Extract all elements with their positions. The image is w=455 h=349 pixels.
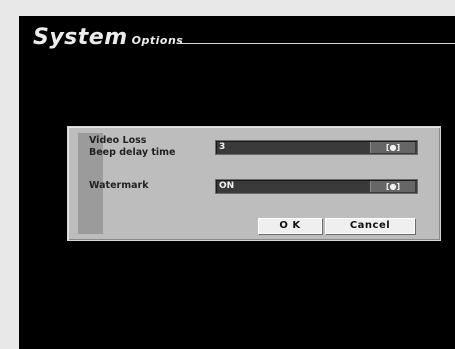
video-loss-label: Video Loss: [89, 135, 147, 146]
beep-delay-value: 3: [219, 142, 226, 152]
screen: System Options Video Loss Beep delay time…: [19, 16, 455, 349]
watermark-field[interactable]: ON [●]: [215, 179, 418, 194]
page-title: System Options: [33, 25, 183, 50]
options-dialog: Video Loss Beep delay time 3 [●] Waterma…: [67, 126, 441, 241]
title-underline: [179, 43, 455, 44]
title-sub: Options: [131, 34, 184, 47]
watermark-label: Watermark: [89, 180, 149, 191]
beep-delay-label: Beep delay time: [89, 147, 176, 158]
beep-delay-select-button[interactable]: [●]: [370, 142, 415, 153]
watermark-select-button[interactable]: [●]: [370, 181, 415, 192]
ok-button[interactable]: O K: [258, 218, 322, 234]
cancel-button[interactable]: Cancel: [325, 218, 415, 234]
title-main: System: [33, 25, 128, 50]
beep-delay-field[interactable]: 3 [●]: [215, 140, 418, 155]
watermark-value: ON: [219, 181, 235, 191]
